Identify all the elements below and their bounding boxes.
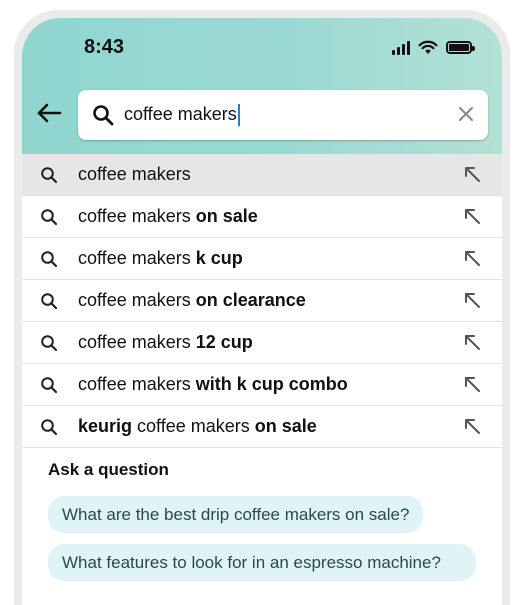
cellular-signal-icon (392, 40, 410, 55)
status-time: 8:43 (84, 36, 125, 58)
suggestion-bold-text: keurig (78, 416, 133, 436)
search-icon (41, 251, 58, 268)
phone-frame: 8:43 coffee makers coffee makers coffee … (14, 10, 510, 605)
search-input[interactable]: coffee makers (78, 90, 488, 140)
suggestion-item[interactable]: coffee makers with k cup combo (22, 364, 502, 406)
suggestion-bold-text: on sale (195, 206, 258, 226)
header-bar: 8:43 coffee makers (22, 18, 502, 154)
suggestion-text: coffee makers (78, 164, 191, 184)
suggestion-text: coffee makers (78, 332, 196, 352)
suggestion-item[interactable]: coffee makers on sale (22, 196, 502, 238)
question-chip[interactable]: What features to look for in an espresso… (48, 544, 476, 581)
suggestion-list: coffee makers coffee makers on sale coffee… (22, 154, 502, 448)
up-left-arrow-icon[interactable] (462, 248, 482, 268)
suggestion-label: coffee makers on clearance (78, 290, 306, 311)
suggestion-label: coffee makers with k cup combo (78, 374, 348, 395)
search-icon (93, 105, 114, 126)
suggestion-bold-text: with k cup combo (195, 374, 348, 394)
suggestion-label: coffee makers on sale (78, 206, 258, 227)
suggestion-label: coffee makers (78, 164, 191, 185)
suggestion-text: coffee makers (78, 248, 196, 268)
suggestion-label: coffee makers k cup (78, 248, 243, 269)
suggestion-item[interactable]: keurig coffee makers on sale (22, 406, 502, 448)
search-icon (41, 419, 58, 436)
suggestion-label: coffee makers 12 cup (78, 332, 253, 353)
up-left-arrow-icon[interactable] (462, 332, 482, 352)
text-caret (237, 104, 240, 127)
back-button[interactable] (34, 98, 64, 128)
ask-section-title: Ask a question (48, 460, 169, 479)
suggestion-item[interactable]: coffee makers on clearance (22, 280, 502, 322)
suggestion-bold-text: on sale (254, 416, 317, 436)
suggestion-item[interactable]: coffee makers k cup (22, 238, 502, 280)
suggestion-label: keurig coffee makers on sale (78, 416, 317, 437)
up-left-arrow-icon[interactable] (462, 290, 482, 310)
suggestion-item[interactable]: coffee makers 12 cup (22, 322, 502, 364)
search-icon (41, 293, 58, 310)
search-query[interactable]: coffee makers (124, 104, 240, 127)
search-icon (41, 209, 58, 226)
suggestion-bold-text: on clearance (195, 290, 306, 310)
search-icon (41, 377, 58, 394)
app-screen: 8:43 coffee makers coffee makers coffee … (22, 18, 502, 605)
suggestion-bold-text: k cup (195, 248, 243, 268)
suggestion-bold-text: 12 cup (195, 332, 253, 352)
suggestion-text: coffee makers (78, 290, 196, 310)
suggestion-item[interactable]: coffee makers (22, 154, 502, 196)
up-left-arrow-icon[interactable] (462, 206, 482, 226)
search-icon (41, 335, 58, 352)
up-left-arrow-icon[interactable] (462, 374, 482, 394)
suggestion-text: coffee makers (132, 416, 255, 436)
up-left-arrow-icon[interactable] (462, 416, 482, 436)
wifi-icon (418, 40, 438, 54)
status-icons (392, 40, 475, 55)
up-left-arrow-icon[interactable] (462, 164, 482, 184)
close-icon[interactable] (456, 104, 476, 124)
suggestion-text: coffee makers (78, 374, 196, 394)
left-arrow-icon (37, 103, 62, 123)
battery-icon (446, 41, 475, 54)
question-chip[interactable]: What are the best drip coffee makers on … (48, 496, 424, 533)
suggestion-text: coffee makers (78, 206, 196, 226)
search-icon (41, 167, 58, 184)
